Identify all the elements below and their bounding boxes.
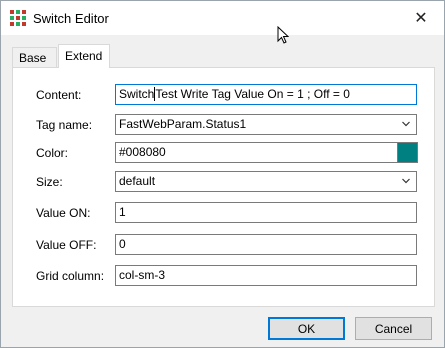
- value-on-value: 1: [119, 205, 126, 219]
- value-on-label: Value ON:: [36, 206, 91, 220]
- color-swatch[interactable]: [397, 142, 418, 163]
- grid-column-value: col-sm-3: [119, 268, 166, 282]
- ok-button[interactable]: OK: [268, 317, 345, 340]
- value-on-input[interactable]: 1: [115, 202, 417, 223]
- color-label: Color:: [36, 146, 69, 160]
- window-title: Switch Editor: [33, 11, 109, 26]
- app-icon-cell: [22, 16, 26, 20]
- app-icon-cell: [16, 16, 20, 20]
- app-icon-cell: [10, 16, 14, 20]
- value-off-value: 0: [119, 237, 126, 251]
- app-icon-cell: [16, 22, 20, 26]
- tag-name-label: Tag name:: [36, 118, 93, 132]
- value-off-label: Value OFF:: [36, 238, 97, 252]
- content-value-before-caret: Switch: [119, 87, 155, 101]
- mouse-cursor-icon: [277, 26, 289, 44]
- tag-name-value: FastWebParam.Status1: [119, 117, 247, 131]
- size-value: default: [119, 174, 156, 188]
- cancel-button[interactable]: Cancel: [355, 317, 432, 340]
- grid-column-input[interactable]: col-sm-3: [115, 265, 417, 286]
- size-select[interactable]: default: [115, 171, 417, 192]
- chevron-down-icon: [402, 121, 410, 127]
- close-icon: ✕: [414, 10, 428, 27]
- app-icon: [10, 10, 26, 26]
- tab-extend[interactable]: Extend: [58, 44, 110, 68]
- value-off-input[interactable]: 0: [115, 234, 417, 255]
- size-label: Size:: [36, 175, 63, 189]
- color-input[interactable]: #008080: [115, 142, 398, 163]
- app-icon-cell: [22, 22, 26, 26]
- content-label: Content:: [36, 88, 82, 102]
- grid-column-label: Grid column:: [36, 269, 105, 283]
- content-value-after-caret: Test Write Tag Value On = 1 ; Off = 0: [155, 87, 350, 101]
- chevron-down-icon: [402, 178, 410, 184]
- tab-base[interactable]: Base: [12, 47, 57, 67]
- app-icon-cell: [10, 10, 14, 14]
- app-icon-cell: [16, 10, 20, 14]
- title-bar[interactable]: Switch Editor ✕: [1, 1, 444, 35]
- close-button[interactable]: ✕: [398, 1, 444, 35]
- content-input[interactable]: SwitchTest Write Tag Value On = 1 ; Off …: [115, 84, 417, 105]
- app-icon-cell: [10, 22, 14, 26]
- color-value: #008080: [119, 145, 166, 159]
- app-icon-cell: [22, 10, 26, 14]
- tag-name-select[interactable]: FastWebParam.Status1: [115, 114, 417, 135]
- switch-editor-dialog: Switch Editor ✕ Base Extend Content: Swi…: [0, 0, 445, 348]
